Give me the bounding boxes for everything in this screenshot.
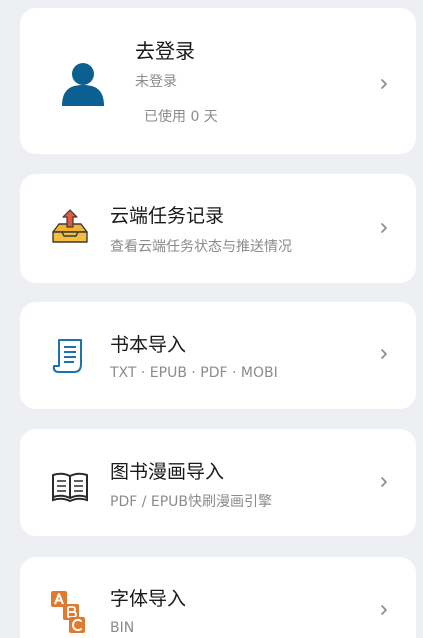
menu-item-subtitle: BIN bbox=[110, 620, 135, 636]
document-icon bbox=[50, 336, 90, 376]
menu-item-subtitle: 查看云端任务状态与推送情况 bbox=[110, 239, 292, 255]
menu-item-subtitle: TXT · EPUB · PDF · MOBI bbox=[110, 365, 278, 381]
chevron-right-icon bbox=[378, 348, 390, 360]
open-book-icon bbox=[50, 467, 90, 507]
account-page: 去登录 未登录 已使用 0 天 云端任务记录 查看云端任务状态与推送情况 书本导… bbox=[0, 0, 423, 638]
menu-item-title: 云端任务记录 bbox=[110, 205, 225, 227]
menu-item-title: 字体导入 bbox=[110, 588, 187, 610]
menu-item-subtitle: PDF / EPUB快刷漫画引擎 bbox=[110, 494, 273, 510]
menu-item-comic-import[interactable]: 图书漫画导入 PDF / EPUB快刷漫画引擎 bbox=[20, 429, 416, 536]
chevron-right-icon bbox=[378, 222, 390, 234]
menu-item-book-import[interactable]: 书本导入 TXT · EPUB · PDF · MOBI bbox=[20, 302, 416, 409]
login-card[interactable]: 去登录 未登录 已使用 0 天 bbox=[20, 8, 416, 154]
chevron-right-icon bbox=[378, 78, 390, 90]
login-status: 未登录 bbox=[135, 74, 177, 90]
menu-item-font-import[interactable]: 字体导入 BIN bbox=[20, 557, 416, 638]
menu-item-title: 书本导入 bbox=[110, 334, 187, 356]
cloud-inbox-icon bbox=[50, 208, 90, 248]
chevron-right-icon bbox=[378, 604, 390, 616]
usage-days: 已使用 0 天 bbox=[144, 109, 218, 125]
login-title: 去登录 bbox=[135, 39, 195, 63]
menu-item-title: 图书漫画导入 bbox=[110, 461, 225, 483]
chevron-right-icon bbox=[378, 476, 390, 488]
menu-item-cloud-tasks[interactable]: 云端任务记录 查看云端任务状态与推送情况 bbox=[20, 174, 416, 283]
abc-blocks-icon bbox=[50, 590, 90, 633]
user-avatar-icon bbox=[60, 60, 106, 106]
